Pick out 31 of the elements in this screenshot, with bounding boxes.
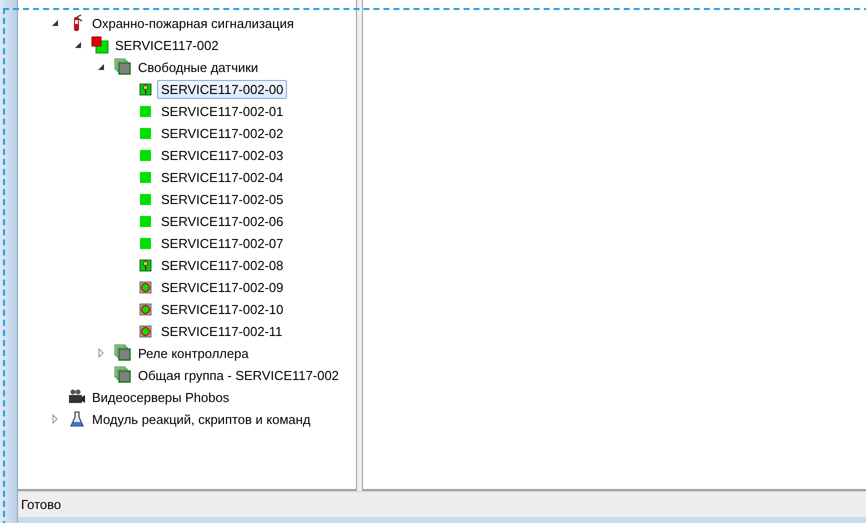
group-icon (114, 344, 132, 362)
tree-item[interactable]: SERVICE117-002-00 (157, 80, 288, 98)
tree-item[interactable]: Реле контроллера (134, 344, 253, 362)
tree-item[interactable]: SERVICE117-002 (111, 36, 223, 54)
status-text: Готово (21, 497, 62, 512)
tree-item[interactable]: SERVICE117-002-08 (157, 256, 288, 274)
expand-arrow-icon[interactable] (96, 348, 106, 358)
tree-item[interactable]: Модуль реакций, скриптов и команд (88, 410, 314, 428)
tree-item[interactable]: SERVICE117-002-06 (157, 212, 288, 230)
group-icon (114, 366, 132, 384)
controller-icon (91, 36, 109, 54)
tree-item[interactable]: SERVICE117-002-10 (157, 300, 288, 318)
tree-item[interactable]: SERVICE117-002-11 (157, 322, 286, 340)
tree-item[interactable]: Свободные датчики (134, 58, 262, 76)
tree-item[interactable]: SERVICE117-002-07 (157, 234, 288, 252)
collapse-arrow-icon[interactable] (73, 40, 83, 50)
tree-item[interactable]: SERVICE117-002-05 (157, 190, 288, 208)
tree-item[interactable]: Видеосерверы Phobos (88, 388, 234, 406)
tree-item[interactable]: Охранно-пожарная сигнализация (88, 14, 298, 32)
flask-icon (68, 410, 86, 428)
camera-icon (68, 388, 86, 406)
tree-item[interactable]: SERVICE117-002-04 (157, 168, 288, 186)
collapse-arrow-icon[interactable] (96, 62, 106, 72)
tree-item[interactable]: Общая группа - SERVICE117-002 (134, 366, 343, 384)
tree-item[interactable]: SERVICE117-002-01 (157, 102, 288, 120)
collapse-arrow-icon[interactable] (50, 18, 60, 28)
tree-item[interactable]: SERVICE117-002-02 (157, 124, 288, 142)
group-icon (114, 58, 132, 76)
tree-item[interactable]: SERVICE117-002-09 (157, 278, 288, 296)
expand-arrow-icon[interactable] (50, 414, 60, 424)
tree-item[interactable]: SERVICE117-002-03 (157, 146, 288, 164)
